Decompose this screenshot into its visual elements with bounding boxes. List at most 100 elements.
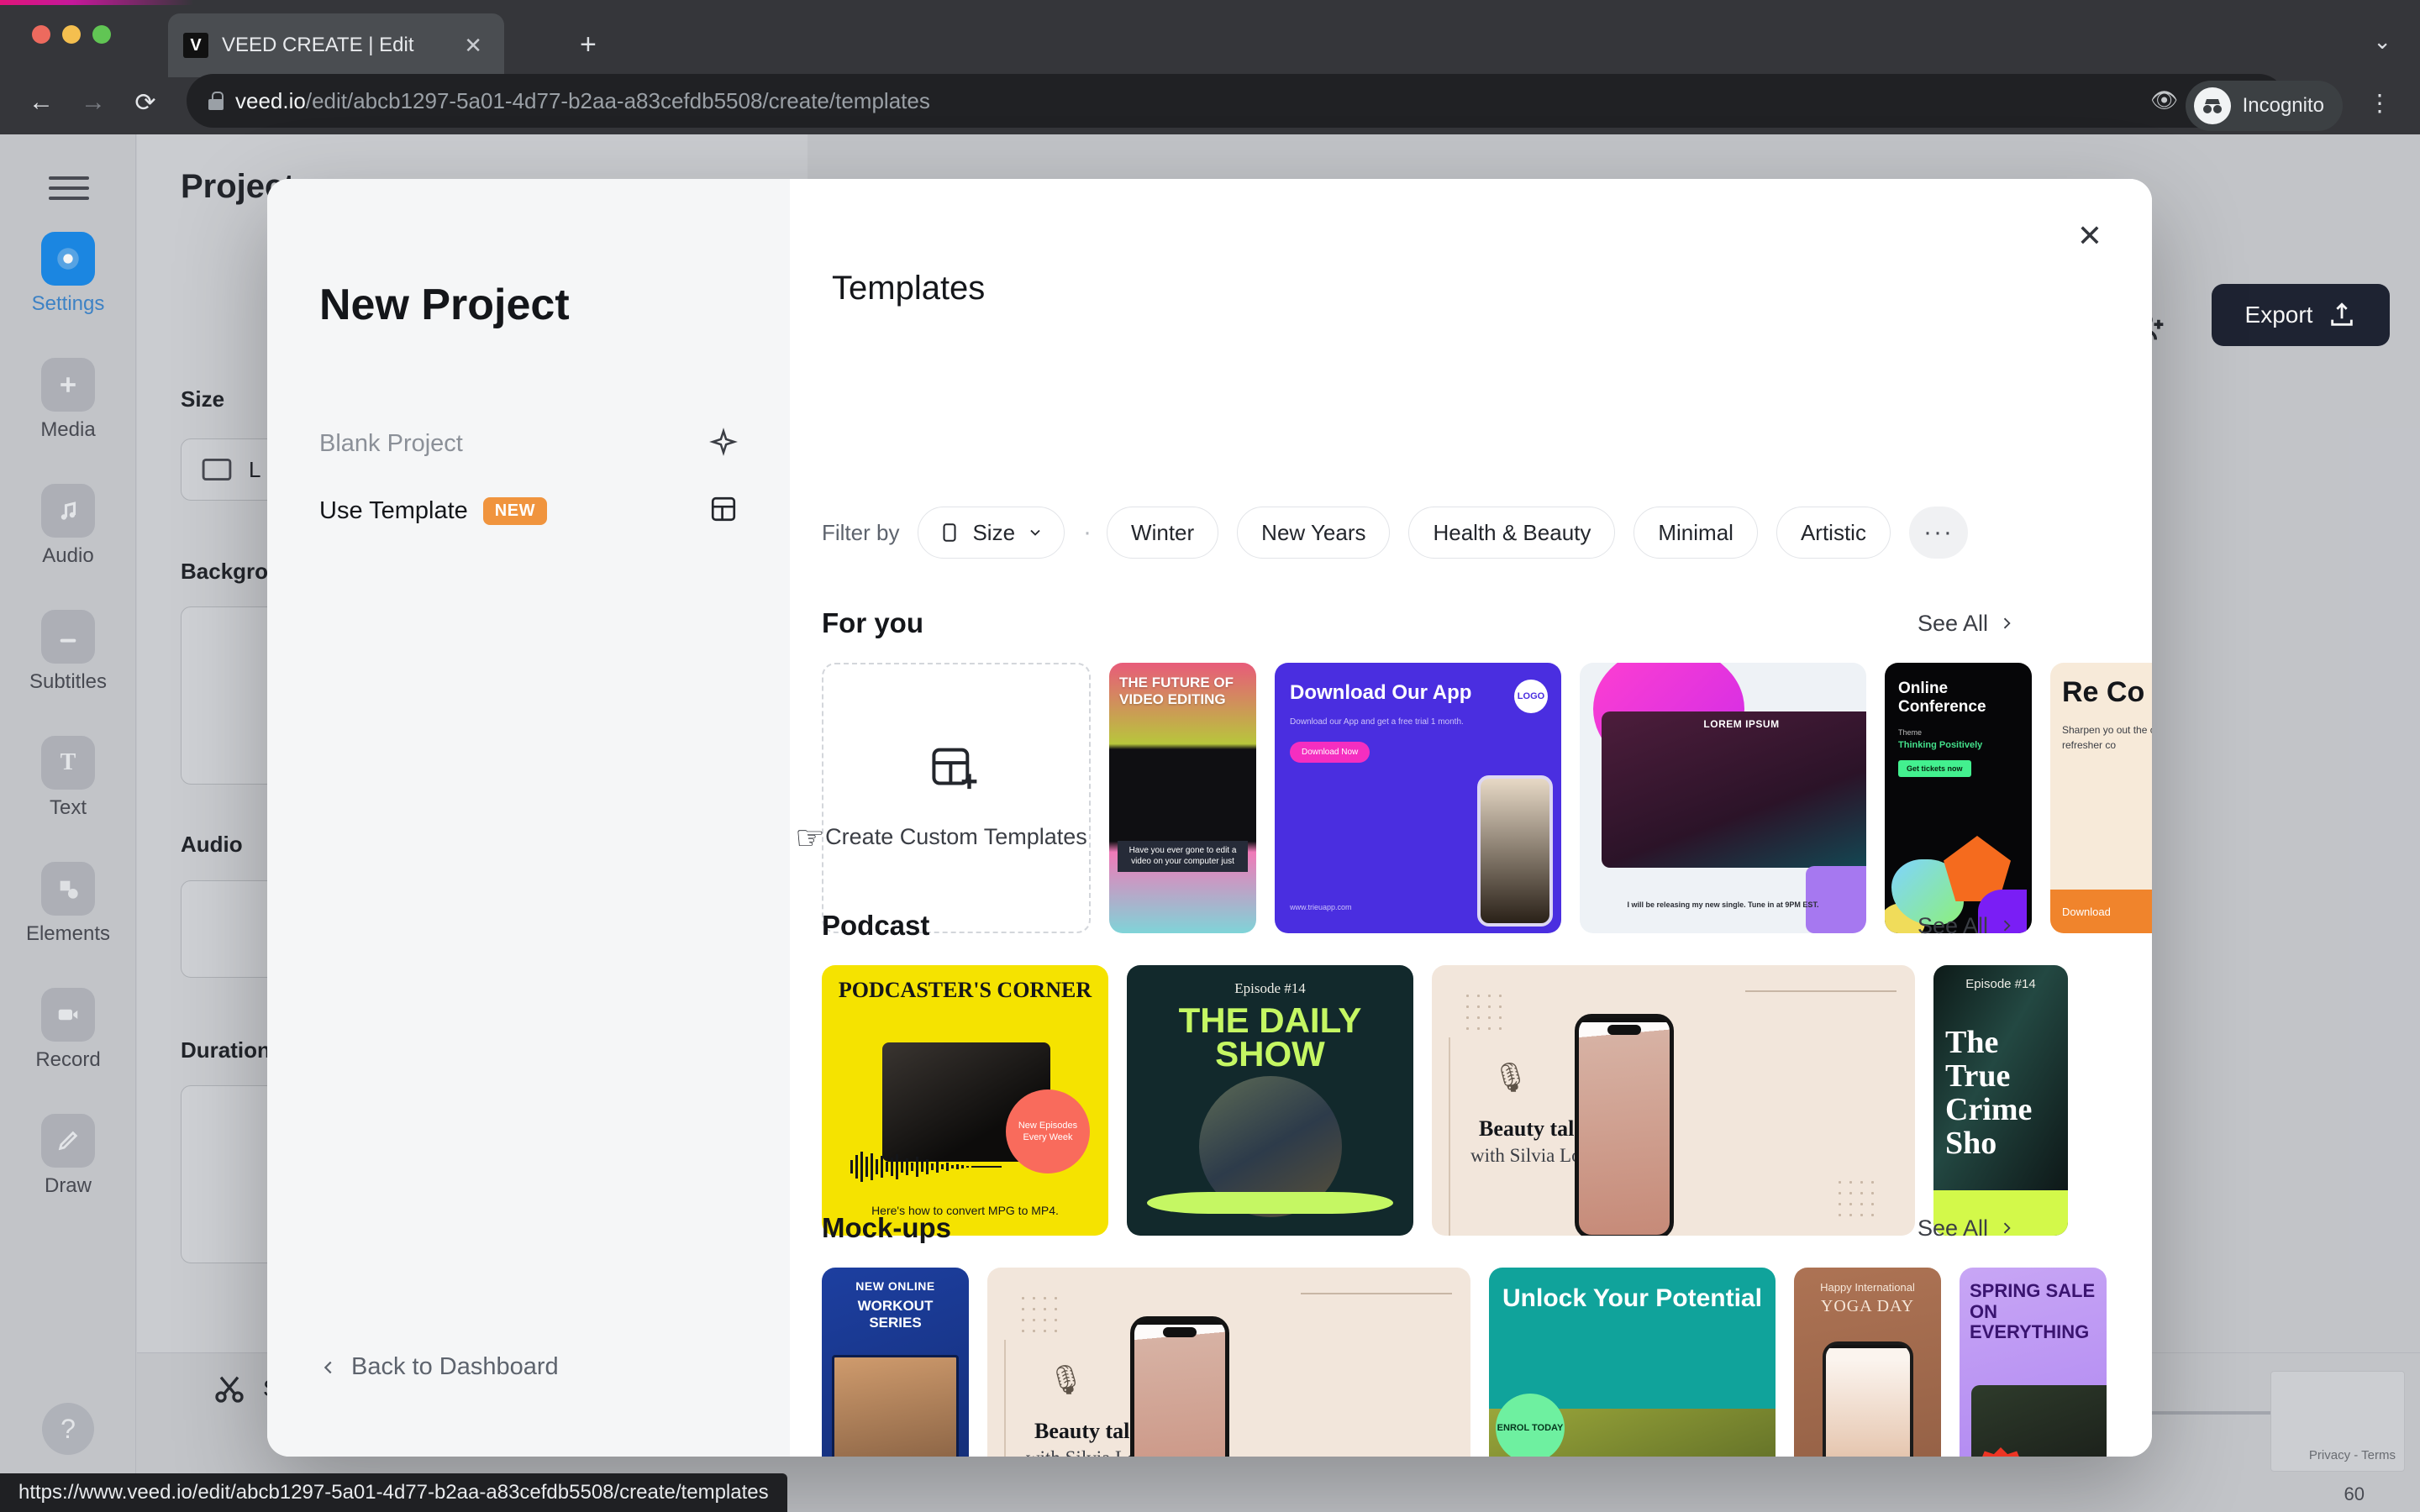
- modal-title: New Project: [319, 281, 570, 329]
- template-card-online-conference[interactable]: Online Conference Theme Thinking Positiv…: [1885, 663, 2032, 933]
- template-card-beauty-talks[interactable]: 🎙 Beauty talks with Silvia Lorento: [1432, 965, 1915, 1236]
- minimize-window-button[interactable]: [62, 25, 81, 44]
- modal-item-blank-project[interactable]: Blank Project: [319, 418, 738, 469]
- chip-label: ···: [1923, 518, 1954, 546]
- template-headline: Download Our App: [1290, 681, 1472, 704]
- decorative-dots: [1018, 1293, 1060, 1336]
- window-traffic-lights[interactable]: [32, 25, 111, 44]
- decorative-wave: [1147, 1192, 1393, 1214]
- see-all-podcast[interactable]: See All: [1918, 913, 2015, 939]
- template-headline: PODCASTER'S CORNER: [838, 978, 1092, 1002]
- new-project-modal: New Project Blank Project Use Template N…: [267, 179, 2152, 1457]
- modal-item-label: Blank Project: [319, 429, 463, 457]
- chip-label: New Years: [1261, 519, 1366, 545]
- template-theme: Thinking Positively: [1898, 739, 1983, 750]
- template-photo: [832, 1355, 959, 1457]
- browser-menu-icon[interactable]: ⋮: [2368, 89, 2391, 117]
- see-all-mockups[interactable]: See All: [1918, 1215, 2015, 1242]
- template-caption: I will be releasing my new single. Tune …: [1627, 900, 1819, 909]
- plus-icon[interactable]: +: [580, 30, 597, 59]
- filter-chip-winter[interactable]: Winter: [1107, 507, 1219, 559]
- section-for-you: For you See All Create Custom Templates …: [795, 607, 2152, 933]
- address-bar[interactable]: veed.io/edit/abcb1297-5a01-4d77-b2aa-a83…: [187, 74, 2286, 128]
- template-body: Sharpen yo out the cob refresher co: [2062, 723, 2152, 751]
- url-path: /edit/abcb1297-5a01-4d77-b2aa-a83cefdb55…: [305, 87, 930, 113]
- size-filter-dropdown[interactable]: Size: [918, 507, 1065, 559]
- template-button: Get tickets now: [1898, 759, 1971, 777]
- tab-title: VEED CREATE | Edit: [222, 34, 414, 56]
- arrow-left-icon[interactable]: ←: [15, 88, 67, 117]
- template-card-workout-series[interactable]: NEW ONLINE WORKOUT SERIES: [822, 1268, 969, 1457]
- create-custom-templates-label: Create Custom Templates: [825, 823, 1087, 849]
- more-filters-button[interactable]: ···: [1908, 507, 1968, 559]
- template-card-spring-sale[interactable]: SPRING SALE ON EVERYTHING 20% OFF: [1960, 1268, 2107, 1457]
- template-headline: Re Co: [2062, 676, 2145, 708]
- template-caption: Have you ever gone to edit a video on yo…: [1118, 841, 1248, 872]
- template-card-refresher-course[interactable]: Re Co Sharpen yo out the cob refresher c…: [2050, 663, 2152, 933]
- modal-item-use-template[interactable]: Use Template NEW: [319, 486, 738, 536]
- template-card-beauty-talks-mockup[interactable]: 🎙 Beauty talks with Silvia Lorento: [987, 1268, 1470, 1457]
- see-all-label: See All: [1917, 1215, 1988, 1241]
- filter-chip-health-beauty[interactable]: Health & Beauty: [1408, 507, 1616, 559]
- template-headline: SPRING SALE ON EVERYTHING: [1970, 1280, 2096, 1343]
- chip-label: Health & Beauty: [1433, 519, 1591, 545]
- template-phone-mockup: [1477, 775, 1553, 927]
- see-all-for-you[interactable]: See All: [1918, 611, 2015, 637]
- close-icon[interactable]: ✕: [457, 31, 489, 60]
- chevron-down-icon[interactable]: ⌄: [2373, 29, 2391, 55]
- template-inner-card: LOREM IPSUM: [1602, 711, 1866, 868]
- template-logo: LOGO: [1514, 680, 1548, 713]
- window-accent-strip: [0, 0, 2420, 5]
- section-podcast: Podcast See All PODCASTER'S CORNER New E…: [822, 910, 2152, 1236]
- size-filter-label: Size: [972, 519, 1016, 545]
- template-photo: [1971, 1385, 2107, 1457]
- eye-off-icon[interactable]: 👁: [2150, 87, 2178, 113]
- sparkle-icon: [709, 427, 738, 460]
- filter-bar: Filter by Size · Winter New Years Health…: [822, 507, 1986, 559]
- template-phone-mockup: [1130, 1316, 1229, 1457]
- template-episode: Episode #14: [1234, 980, 1306, 996]
- section-title: Mock-ups: [822, 1212, 952, 1243]
- template-card-unlock-potential[interactable]: Unlock Your Potential ENROL TODAY: [1489, 1268, 1776, 1457]
- aspect-ratio-icon: [943, 523, 956, 542]
- filter-chip-new-years[interactable]: New Years: [1237, 507, 1391, 559]
- template-row: PODCASTER'S CORNER New Episodes Every We…: [822, 965, 2152, 1236]
- microphone-icon: 🎙: [1048, 1364, 1085, 1396]
- decorative-line: [1004, 1340, 1006, 1457]
- close-window-button[interactable]: [32, 25, 50, 44]
- decorative-line: [1301, 1293, 1452, 1294]
- favicon: V: [183, 33, 208, 58]
- chevron-right-icon: [2003, 1222, 2011, 1234]
- chevron-right-icon: [2003, 920, 2011, 932]
- maximize-window-button[interactable]: [92, 25, 111, 44]
- add-template-icon: [930, 744, 982, 801]
- template-headline-2: WORKOUT SERIES: [857, 1298, 934, 1331]
- create-custom-templates-card[interactable]: Create Custom Templates ☞: [795, 663, 1091, 933]
- template-card-download-app[interactable]: LOGO Download Our App Download our App a…: [1275, 663, 1561, 933]
- browser-tab[interactable]: V VEED CREATE | Edit ✕: [168, 13, 504, 77]
- filter-chip-artistic[interactable]: Artistic: [1776, 507, 1891, 559]
- template-card-podcasters-corner[interactable]: PODCASTER'S CORNER New Episodes Every We…: [822, 965, 1108, 1236]
- reload-icon[interactable]: ⟳: [119, 88, 171, 118]
- templates-title: Templates: [832, 270, 986, 307]
- arrow-right-icon[interactable]: →: [67, 88, 119, 117]
- chip-label: Winter: [1131, 519, 1195, 545]
- filter-chip-minimal[interactable]: Minimal: [1634, 507, 1758, 559]
- templates-pane: ✕ Templates Filter by Size · Winter New …: [790, 179, 2152, 1457]
- chip-label: Minimal: [1658, 519, 1733, 545]
- template-card-future[interactable]: THE FUTURE OF VIDEO EDITING Have you eve…: [1109, 663, 1256, 933]
- template-card-lorem-ipsum[interactable]: LOREM IPSUM I will be releasing my new s…: [1580, 663, 1866, 933]
- template-headline-1: Happy International: [1820, 1281, 1915, 1294]
- close-icon[interactable]: ✕: [2068, 214, 2112, 258]
- template-card-daily-show[interactable]: Episode #14 THE DAILY SHOW: [1127, 965, 1413, 1236]
- status-url-text: https://www.veed.io/edit/abcb1297-5a01-4…: [18, 1481, 769, 1504]
- template-row: NEW ONLINE WORKOUT SERIES 🎙 Beauty talks…: [822, 1268, 2152, 1457]
- back-to-dashboard-button[interactable]: Back to Dashboard: [319, 1353, 559, 1381]
- template-card-true-crime-show[interactable]: Episode #14 The True Crime Sho: [1933, 965, 2068, 1236]
- filter-by-label: Filter by: [822, 519, 900, 545]
- template-headline: The True Crime Sho: [1945, 1025, 2033, 1161]
- incognito-indicator[interactable]: Incognito: [2185, 81, 2343, 131]
- modal-sidebar: New Project Blank Project Use Template N…: [267, 179, 790, 1457]
- layout-template-icon: [709, 495, 738, 528]
- template-card-yoga-day[interactable]: Happy International YOGA DAY: [1794, 1268, 1941, 1457]
